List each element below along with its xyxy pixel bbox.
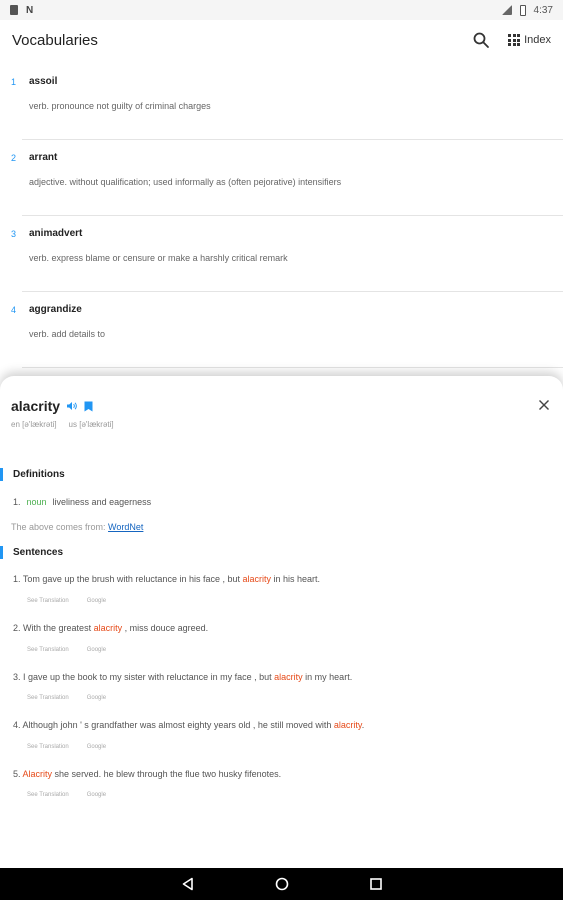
- sentence-text-post: in his heart.: [271, 574, 321, 584]
- see-translation-link[interactable]: See Translation: [27, 598, 69, 604]
- sentence-actions: See Translation Google: [27, 792, 106, 798]
- sentence-item: 4. Although john ' s grandfather was alm…: [13, 720, 364, 730]
- sentence-highlight: alacrity: [333, 720, 362, 730]
- page-title: Vocabularies: [12, 31, 98, 49]
- sentence-item: 5. Alacrity she served. he blew through …: [13, 769, 281, 779]
- section-accent: [0, 546, 3, 559]
- definition-number: 1.: [13, 497, 21, 507]
- sentence-actions: See Translation Google: [27, 695, 106, 701]
- sentence-text-pre: Tom gave up the brush with reluctance in…: [22, 574, 243, 584]
- sentence-highlight: alacrity: [242, 574, 271, 584]
- vocab-definition: verb. express blame or censure or make a…: [29, 253, 288, 263]
- vocab-word: assoil: [29, 76, 58, 87]
- vocab-definition: verb. pronounce not guilty of criminal c…: [29, 101, 211, 111]
- sentence-text-post: , miss douce agreed.: [122, 623, 209, 633]
- phonetic-en[interactable]: en [ə'lækrəti]: [11, 420, 57, 429]
- clock: 4:37: [533, 4, 553, 16]
- see-translation-link[interactable]: See Translation: [27, 647, 69, 653]
- sentence-highlight: alacrity: [93, 623, 123, 633]
- sentence-number: 4.: [13, 720, 21, 730]
- bookmark-icon[interactable]: [84, 401, 93, 412]
- back-icon[interactable]: [180, 876, 196, 892]
- app-actions: Index: [472, 31, 551, 49]
- sentence-text-pre: I gave up the book to my sister with rel…: [23, 672, 275, 682]
- sentence-text-pre: With the greatest: [23, 623, 94, 633]
- see-translation-link[interactable]: See Translation: [27, 695, 69, 701]
- vocab-item[interactable]: 4 aggrandize verb. add details to: [0, 292, 563, 368]
- word-detail-sheet: alacrity en [ə'lækrəti] us [ə'lækrəti] D…: [0, 376, 563, 868]
- vocab-item[interactable]: 1 assoil verb. pronounce not guilty of c…: [0, 64, 563, 140]
- notification-icon: N: [26, 4, 34, 16]
- signal-icon: [501, 5, 512, 15]
- app-bar: Vocabularies Index: [0, 20, 563, 60]
- index-button[interactable]: Index: [508, 34, 551, 46]
- sentence-text-post: .: [361, 720, 365, 730]
- vocab-word: arrant: [29, 152, 58, 163]
- google-link[interactable]: Google: [87, 744, 106, 750]
- phonetics: en [ə'lækrəti] us [ə'lækrəti]: [11, 420, 114, 429]
- sentence-actions: See Translation Google: [27, 647, 106, 653]
- sentence-actions: See Translation Google: [27, 744, 106, 750]
- sentences-header: Sentences: [0, 546, 63, 559]
- vocab-word: aggrandize: [29, 304, 82, 315]
- status-left: N: [10, 5, 33, 16]
- navigation-bar: [0, 868, 563, 900]
- status-right: 4:37: [501, 4, 553, 16]
- google-link[interactable]: Google: [87, 647, 106, 653]
- sheet-header: alacrity: [11, 398, 93, 414]
- battery-icon: [519, 4, 526, 16]
- sentence-item: 3. I gave up the book to my sister with …: [13, 672, 352, 682]
- see-translation-link[interactable]: See Translation: [27, 744, 69, 750]
- google-link[interactable]: Google: [87, 792, 106, 798]
- sentence-text-post: in my heart.: [302, 672, 353, 682]
- home-icon[interactable]: [274, 876, 290, 892]
- definition-item: 1. noun liveliness and eagerness: [13, 497, 151, 507]
- headword: alacrity: [11, 398, 61, 414]
- sentence-number: 2.: [13, 623, 21, 633]
- vocab-number: 1: [11, 77, 17, 87]
- vocab-definition: adjective. without qualification; used i…: [29, 177, 342, 187]
- sentences-title: Sentences: [13, 547, 64, 558]
- sentence-highlight: Alacrity: [22, 769, 53, 779]
- source-line: The above comes from: WordNet: [11, 522, 143, 532]
- close-icon[interactable]: [537, 398, 551, 412]
- sd-card-icon: [10, 5, 18, 15]
- google-link[interactable]: Google: [87, 598, 106, 604]
- vocab-definition: verb. add details to: [29, 329, 106, 339]
- section-accent: [0, 468, 3, 481]
- sentence-number: 5.: [13, 769, 21, 779]
- vocab-number: 4: [11, 305, 17, 315]
- part-of-speech: noun: [26, 497, 47, 507]
- google-link[interactable]: Google: [87, 695, 106, 701]
- vocab-item[interactable]: 2 arrant adjective. without qualificatio…: [0, 140, 563, 216]
- status-bar: N 4:37: [0, 0, 563, 20]
- sentence-number: 3.: [13, 672, 21, 682]
- phonetic-us[interactable]: us [ə'lækrəti]: [69, 420, 114, 429]
- vocab-list: 1 assoil verb. pronounce not guilty of c…: [0, 64, 563, 368]
- definitions-title: Definitions: [13, 469, 65, 480]
- sentence-item: 2. With the greatest alacrity , miss dou…: [13, 623, 208, 633]
- sentence-item: 1. Tom gave up the brush with reluctance…: [13, 574, 320, 584]
- speaker-icon[interactable]: [66, 400, 78, 412]
- sentence-actions: See Translation Google: [27, 598, 106, 604]
- vocab-word: animadvert: [29, 228, 83, 239]
- source-link[interactable]: WordNet: [108, 522, 143, 532]
- sentence-highlight: alacrity: [274, 672, 303, 682]
- definition-text: liveliness and eagerness: [52, 497, 152, 507]
- vocab-number: 2: [11, 153, 17, 163]
- search-icon[interactable]: [472, 31, 490, 49]
- sentence-text-pre: Although john ' s grandfather was almost…: [22, 720, 334, 730]
- vocab-item[interactable]: 3 animadvert verb. express blame or cens…: [0, 216, 563, 292]
- definitions-header: Definitions: [0, 468, 65, 481]
- sentence-number: 1.: [13, 574, 21, 584]
- sentence-text-post: she served. he blew through the flue two…: [52, 769, 282, 779]
- divider: [22, 367, 563, 368]
- source-prefix: The above comes from:: [11, 522, 109, 532]
- grid-icon: [508, 34, 521, 46]
- see-translation-link[interactable]: See Translation: [27, 792, 69, 798]
- vocab-number: 3: [11, 229, 17, 239]
- index-label: Index: [524, 34, 551, 46]
- recents-icon[interactable]: [368, 876, 384, 892]
